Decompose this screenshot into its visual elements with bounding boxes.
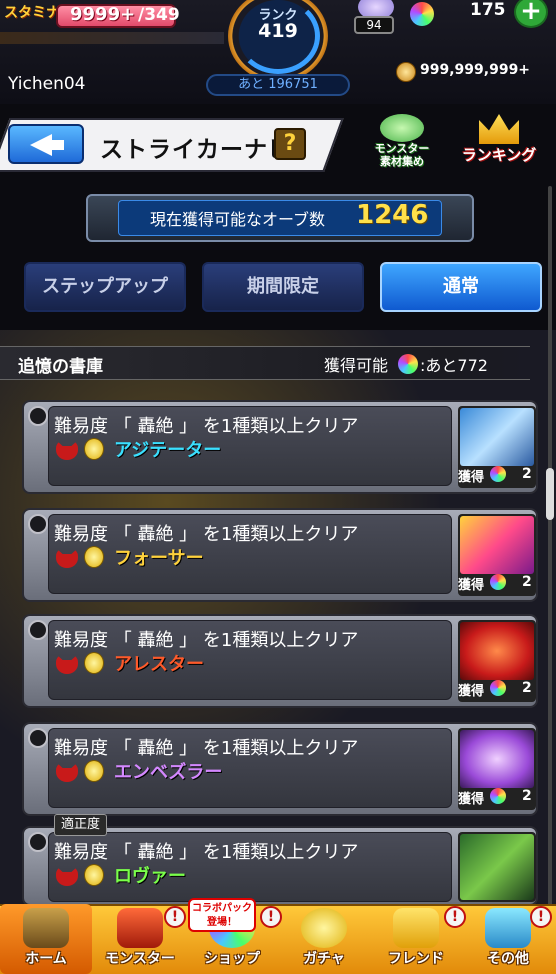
mission-status-dot <box>28 832 48 852</box>
nav-gacha[interactable]: ガチャ <box>278 904 370 974</box>
mission-item[interactable]: 難易度 「 轟絶 」 を1種類以上クリア ロヴァー <box>22 826 538 906</box>
reward-count: 2 <box>522 466 532 482</box>
question-icon <box>485 908 531 948</box>
orb-count: 175 <box>470 0 506 20</box>
orb-icon <box>490 788 506 804</box>
tab-normal[interactable]: 通常 <box>380 262 542 312</box>
orb-panel-value: 1246 <box>356 200 429 230</box>
gold-value: 999,999,999+ <box>420 62 531 78</box>
monster-portrait <box>460 516 534 574</box>
material-label-2: 素材集め <box>380 155 424 168</box>
collab-line-1: コラボパック <box>192 903 252 914</box>
orb-panel-label: 現在獲得可能なオーブ数 <box>150 210 326 229</box>
tab-limited[interactable]: 期間限定 <box>202 262 364 312</box>
mission-monster: フォーサー <box>114 548 204 569</box>
mission-text: 難易度 「 轟絶 」 を1種類以上クリア <box>54 524 359 545</box>
collab-line-2: 登場！ <box>207 917 237 928</box>
friend-icon <box>393 908 439 948</box>
monster-portrait <box>460 408 534 466</box>
rank-value: 419 <box>258 20 298 42</box>
monster-portrait <box>460 622 534 680</box>
back-button[interactable] <box>8 124 84 164</box>
stamina-label: スタミナ <box>4 5 60 21</box>
orb-icon <box>490 466 506 482</box>
luck-icon <box>84 760 104 782</box>
stamina-max: /349 <box>138 5 180 25</box>
mission-item[interactable]: 難易度 「 轟絶 」 を1種類以上クリア エンベズラー 獲得 2 <box>22 722 538 816</box>
reward-label: 獲得 <box>458 578 485 593</box>
mission-status-dot <box>28 620 48 640</box>
nav-friend-label: フレンド <box>388 951 444 967</box>
luck-icon <box>84 864 104 886</box>
rank-remaining: あと 196751 <box>206 74 350 96</box>
mission-text: 難易度 「 轟絶 」 を1種類以上クリア <box>54 630 359 651</box>
mission-monster: アレスター <box>114 654 204 675</box>
scrollbar-track[interactable] <box>548 186 552 906</box>
material-label-1: モンスター <box>374 142 430 155</box>
orb-icon <box>398 354 418 374</box>
egg-count: 94 <box>354 16 394 34</box>
clover-icon <box>380 114 424 142</box>
reward-count: 2 <box>522 788 532 804</box>
mission-status-dot <box>28 728 48 748</box>
crown-icon <box>479 114 519 144</box>
alert-badge: ! <box>530 906 552 928</box>
orb-icon <box>490 680 506 696</box>
mission-monster: アジテーター <box>114 440 222 461</box>
mission-text: 難易度 「 轟絶 」 を1種類以上クリア <box>54 842 359 863</box>
alert-badge: ! <box>444 906 466 928</box>
luck-icon <box>84 546 104 568</box>
reward-label: 獲得 <box>458 792 485 807</box>
mission-item[interactable]: 難易度 「 轟絶 」 を1種類以上クリア アレスター 獲得 2 <box>22 614 538 708</box>
alert-badge: ! <box>164 906 186 928</box>
mission-monster: エンベズラー <box>114 762 223 783</box>
material-collect-button[interactable]: モンスター 素材集め <box>364 114 440 170</box>
monster-icon <box>117 908 163 948</box>
reward-label: 獲得 <box>458 470 485 485</box>
luck-icon <box>84 652 104 674</box>
ranking-button[interactable]: ランキング <box>456 114 542 170</box>
status-shade <box>0 32 224 44</box>
suitability-badge: 適正度 <box>54 814 108 836</box>
mission-monster: ロヴァー <box>114 866 186 887</box>
section-available-label: 獲得可能 <box>324 356 389 375</box>
collab-banner[interactable]: コラボパック 登場！ <box>188 898 256 932</box>
tab-step-up[interactable]: ステップアップ <box>24 262 186 312</box>
section-title: 追憶の書庫 <box>18 357 103 377</box>
nav-other-label: その他 <box>487 951 529 967</box>
nav-monster-label: モンスター <box>105 951 175 967</box>
player-name: Yichen04 <box>8 74 86 94</box>
mission-status-dot <box>28 514 48 534</box>
reward-count: 2 <box>522 574 532 590</box>
ranking-label: ランキング <box>461 146 537 164</box>
mission-text: 難易度 「 轟絶 」 を1種類以上クリア <box>54 738 359 759</box>
mission-item[interactable]: 難易度 「 轟絶 」 を1種類以上クリア フォーサー 獲得 2 <box>22 508 538 602</box>
stamina-value: 9999+ <box>70 4 136 25</box>
monster-portrait <box>460 730 534 788</box>
luck-icon <box>84 438 104 460</box>
alert-badge: ! <box>260 906 282 928</box>
nav-home[interactable]: ホーム <box>0 904 92 974</box>
home-icon <box>23 908 69 948</box>
orb-icon <box>410 2 434 26</box>
page-title: ストライカーナビ <box>100 137 292 163</box>
monster-portrait <box>460 834 534 900</box>
nav-shop-label: ショップ <box>204 951 260 967</box>
reward-label: 獲得 <box>458 684 485 699</box>
gacha-icon <box>301 908 347 948</box>
scrollbar-thumb[interactable] <box>546 468 554 520</box>
help-button[interactable]: ? <box>274 128 306 160</box>
orb-icon <box>490 574 506 590</box>
section-remaining: :あと772 <box>420 356 488 375</box>
mission-text: 難易度 「 轟絶 」 を1種類以上クリア <box>54 416 359 437</box>
mission-status-dot <box>28 406 48 426</box>
reward-count: 2 <box>522 680 532 696</box>
nav-home-label: ホーム <box>25 951 67 967</box>
mission-item[interactable]: 難易度 「 轟絶 」 を1種類以上クリア アジテーター 獲得 2 <box>22 400 538 494</box>
nav-gacha-label: ガチャ <box>303 951 345 967</box>
gold-coin-icon <box>396 62 416 82</box>
